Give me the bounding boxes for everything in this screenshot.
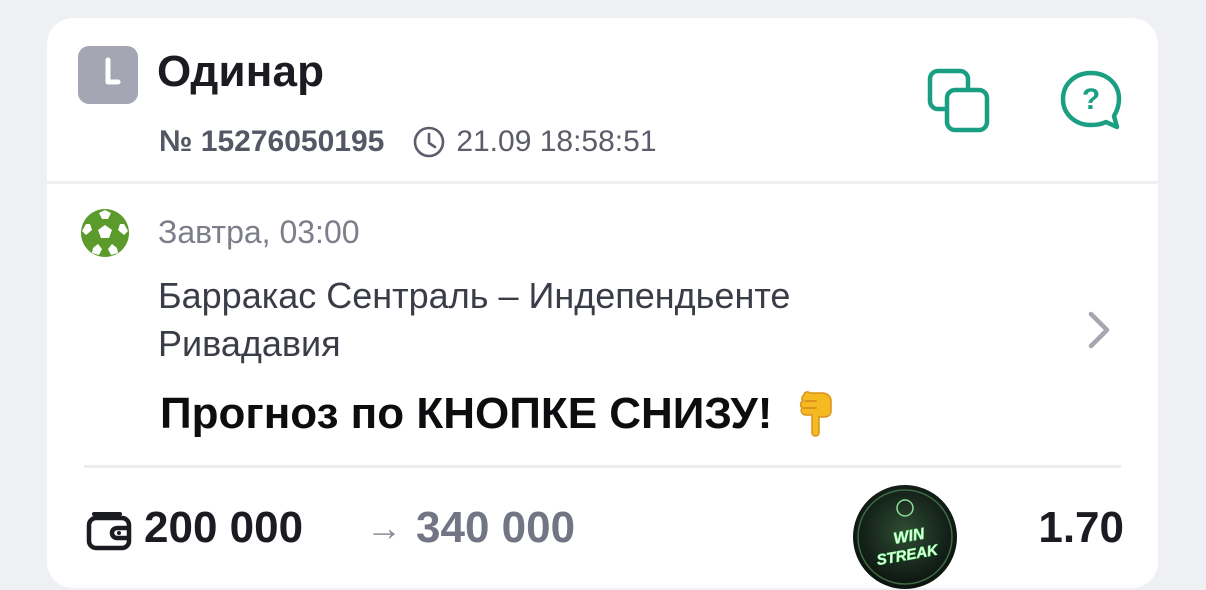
copy-icon[interactable] — [927, 68, 993, 134]
bet-number: № 15276050195 — [159, 125, 385, 158]
bet-card: Одинар № 15276050195 21.09 18:58:51 ? За… — [47, 18, 1158, 589]
odds-value: 1.70 — [1038, 503, 1124, 552]
potential-win-amount: 340 000 — [416, 503, 576, 552]
event-time: Завтра, 03:00 — [158, 214, 360, 250]
soccer-ball-icon — [81, 209, 129, 257]
bet-meta: № 15276050195 21.09 18:58:51 — [159, 122, 657, 162]
stake-amount: 200 000 — [144, 503, 304, 552]
help-bubble-icon[interactable]: ? — [1057, 67, 1125, 135]
bet-header: Одинар № 15276050195 21.09 18:58:51 ? — [47, 18, 1158, 181]
win-streak-badge: WIN STREAK — [853, 485, 957, 589]
event-teams: Барракас Сентраль – Индепендьенте Ривада… — [158, 275, 791, 364]
stake-row: 200 000 → 340 000 WIN STREAK 1.70 — [84, 485, 1124, 589]
bet-timestamp: 21.09 18:58:51 — [456, 125, 657, 158]
chevron-right-icon[interactable] — [1083, 308, 1115, 352]
forecast-text: Прогноз по КНОПКЕ СНИЗУ! — [160, 389, 773, 438]
forecast-line: Прогноз по КНОПКЕ СНИЗУ! — [160, 386, 838, 442]
event-divider — [84, 465, 1121, 468]
bet-type-title: Одинар — [157, 47, 325, 96]
arrow-icon: → — [366, 507, 402, 548]
pointing-down-hand-icon — [800, 391, 833, 437]
event-row[interactable]: Завтра, 03:00 Барракас Сентраль – Индепе… — [47, 184, 1158, 464]
wallet-icon — [86, 512, 132, 551]
clock-icon — [78, 46, 138, 104]
time-icon — [414, 126, 445, 158]
svg-text:?: ? — [1082, 83, 1100, 116]
